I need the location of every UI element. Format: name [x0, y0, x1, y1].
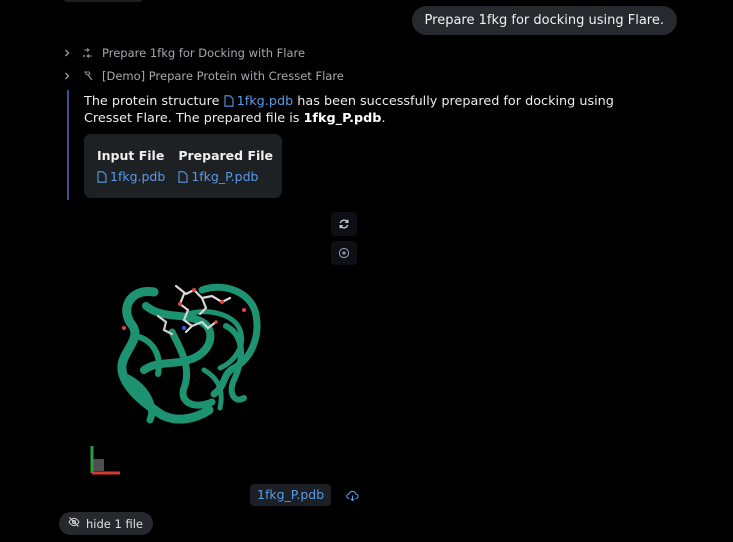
file-icon [97, 171, 107, 183]
column-header-prepared-file: Prepared File [178, 147, 274, 163]
hide-files-button[interactable]: hide 1 file [59, 512, 154, 535]
tool-call-row-prepare-1fkg[interactable]: Prepare 1fkg for Docking with Flare [62, 43, 305, 63]
tool-call-row-demo-prepare-protein[interactable]: [Demo] Prepare Protein with Cresset Flar… [62, 66, 344, 86]
file-table: Input File Prepared File 1fkg.pdb 1fkg_P… [84, 134, 282, 198]
workflow-icon [82, 47, 94, 59]
file-link-label: 1fkg.pdb [110, 169, 166, 184]
tool-call-label: [Demo] Prepare Protein with Cresset Flar… [102, 69, 344, 83]
chevron-right-icon[interactable] [62, 71, 72, 81]
file-link-input[interactable]: 1fkg.pdb [97, 169, 165, 184]
answer-text-suffix: . [381, 111, 386, 126]
table-row: 1fkg.pdb 1fkg_P.pdb [84, 165, 273, 184]
previous-message-stub [62, 0, 144, 2]
file-icon [178, 171, 188, 183]
prepared-file-name: 1fkg_P.pdb [303, 111, 382, 126]
focus-icon [338, 244, 350, 263]
file-link-1fkg[interactable]: 1fkg.pdb [224, 94, 294, 109]
viewer-reset-button[interactable] [331, 212, 357, 236]
viewer-file-name[interactable]: 1fkg_P.pdb [250, 484, 332, 506]
user-message-bubble: Prepare 1fkg for docking using Flare. [411, 6, 677, 35]
file-link-label: 1fkg_P.pdb [191, 169, 259, 184]
file-link-prepared[interactable]: 1fkg_P.pdb [178, 169, 258, 184]
download-icon[interactable] [344, 487, 360, 503]
column-header-input-file: Input File [97, 147, 165, 163]
refresh-icon [338, 215, 350, 234]
table-header-row: Input File Prepared File [84, 134, 273, 165]
axes-indicator [86, 442, 126, 480]
file-icon [224, 95, 234, 107]
viewer-focus-button[interactable] [331, 241, 357, 265]
chevron-right-icon[interactable] [62, 48, 72, 58]
eye-off-icon [68, 516, 80, 531]
tool-call-label: Prepare 1fkg for Docking with Flare [102, 46, 306, 60]
protein-3d-viewer[interactable] [84, 270, 284, 440]
assistant-answer: The protein structure 1fkg.pdb has been … [84, 93, 644, 127]
hide-files-label: hide 1 file [86, 516, 144, 531]
answer-accent-bar [67, 90, 69, 200]
file-link-label: 1fkg.pdb [236, 94, 294, 109]
hammer-icon [82, 70, 94, 82]
answer-text-prefix: The protein structure [84, 94, 224, 109]
